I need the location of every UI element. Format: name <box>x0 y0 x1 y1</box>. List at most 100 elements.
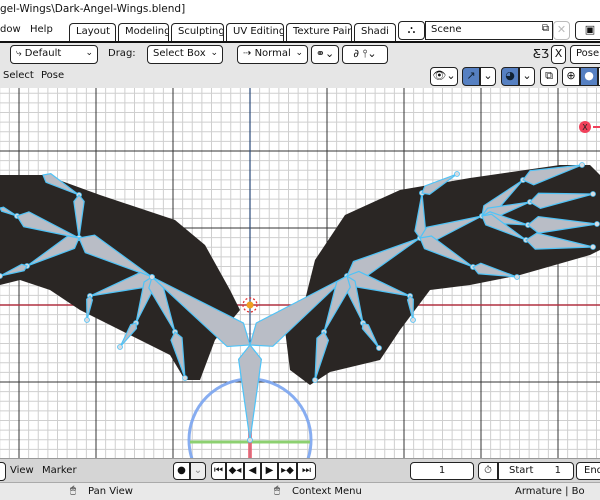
bone-joint <box>514 274 520 280</box>
orientation-icon: ⤷ <box>16 48 25 59</box>
view-layer-button[interactable]: ▣ <box>575 21 600 40</box>
bone-joint <box>590 244 596 250</box>
bone-joint <box>247 437 253 443</box>
keying-dropdown[interactable]: ⌄ <box>190 462 206 480</box>
tool-header: ⤷ Default ⌄ Drag: Select Box ⌄ ⇢ Normal ⌄ ⚭… <box>0 41 600 66</box>
play-reverse-button[interactable]: ◀ <box>244 462 261 480</box>
play-icon: ▶ <box>265 465 274 476</box>
bone-joint <box>454 171 460 177</box>
nav-gizmo-x-label: X <box>582 123 588 132</box>
copy-scene-icon[interactable]: ⧉ <box>542 23 549 34</box>
play-button[interactable]: ▶ <box>261 462 278 480</box>
record-button[interactable]: ● <box>173 462 190 480</box>
drag-dropdown[interactable]: Select Box ⌄ <box>147 45 223 64</box>
context-menu-hint: Context Menu <box>292 486 362 497</box>
menu-marker[interactable]: Marker <box>42 465 77 476</box>
transform-orientation-dropdown[interactable]: ⇢ Normal ⌄ <box>237 45 308 64</box>
bone-joint <box>182 375 188 381</box>
current-frame-field[interactable]: 1 <box>410 462 474 480</box>
viewport-canvas[interactable]: X <box>0 88 600 458</box>
gizmo-toggle[interactable]: ↗ <box>462 67 480 86</box>
overlay-toggle[interactable]: ◕ <box>501 67 519 86</box>
delete-scene-button[interactable]: ✕ <box>553 21 570 40</box>
eye-icon: 👁⌄ <box>432 69 456 82</box>
status-bar: 🖱 Pan View 🖱 Context Menu Armature | Bo <box>0 482 600 500</box>
menu-help[interactable]: Help <box>30 24 53 35</box>
snap-icon: ∂ ⫯⌄ <box>353 47 377 60</box>
menu-pose[interactable]: Pose <box>41 70 64 81</box>
next-keyframe-button[interactable]: ▸◆ <box>278 462 297 480</box>
image-icon: ▣ <box>584 23 596 36</box>
mouse-middle-icon: 🖱 <box>70 485 76 496</box>
menu-select[interactable]: Select <box>3 70 34 81</box>
tab-sculpting[interactable]: Sculpting <box>171 23 224 41</box>
editor-type-button[interactable] <box>0 462 6 481</box>
bone-joint <box>579 162 585 168</box>
bone-joint <box>410 317 416 323</box>
bone-joint <box>594 221 600 227</box>
jump-end-button[interactable]: ⏭ <box>297 462 316 480</box>
record-icon: ● <box>177 465 186 476</box>
viewport-header: Select Pose 👁⌄ ↗ ⌄ ◕ ⌄ ⧉ ⊕ ● <box>0 66 600 88</box>
bone-joint <box>0 273 3 279</box>
start-frame-field[interactable]: Start 1 <box>498 462 574 480</box>
link-icon: ⚭⌄ <box>315 47 335 60</box>
drag-label: Drag: <box>108 48 136 59</box>
3d-cursor-center <box>246 301 254 309</box>
jump-start-button[interactable]: ⏮ <box>211 462 226 480</box>
orientation-dropdown[interactable]: ⤷ Default ⌄ <box>10 45 98 64</box>
pose-options-dropdown[interactable]: Pose <box>570 45 600 64</box>
prev-keyframe-icon: ◆◂ <box>228 465 242 476</box>
solid-sphere-icon: ● <box>584 69 594 82</box>
jump-start-icon: ⏮ <box>214 465 223 476</box>
end-frame-field[interactable]: End <box>576 462 600 480</box>
tab-uv-editing[interactable]: UV Editing <box>226 23 284 41</box>
wireframe-icon: ⊕ <box>566 69 576 82</box>
chevron-down-icon: ⌄ <box>85 48 93 58</box>
gizmo-dropdown[interactable]: ⌄ <box>480 67 496 86</box>
xray-icon: ⧉ <box>545 69 553 82</box>
preview-range-toggle[interactable]: ⏱ <box>478 462 498 480</box>
bone-joint <box>84 317 90 323</box>
tab-modeling[interactable]: Modeling <box>118 23 169 41</box>
menu-window[interactable]: dow <box>0 24 21 35</box>
scene-icon: ⛬ <box>407 23 416 36</box>
bone-joint <box>376 345 382 351</box>
tab-layout[interactable]: Layout <box>69 23 116 41</box>
visibility-dropdown[interactable]: 👁⌄ <box>430 67 458 86</box>
bone-joint <box>117 344 123 350</box>
3d-viewport[interactable]: X <box>0 88 600 458</box>
tab-texture-paint[interactable]: Texture Paint <box>286 23 352 41</box>
prev-keyframe-button[interactable]: ◆◂ <box>226 462 244 480</box>
top-bar: dow Help Layout Modeling Sculpting UV Ed… <box>0 20 600 41</box>
mouse-right-icon: 🖱 <box>274 485 280 496</box>
jump-end-icon: ⏭ <box>302 465 311 476</box>
snap-dropdown[interactable]: ∂ ⫯⌄ <box>342 45 388 64</box>
bone-joint <box>590 191 596 197</box>
shading-wireframe[interactable]: ⊕ <box>562 67 580 86</box>
overlay-icon: ◕ <box>505 69 515 82</box>
axes-icon: ⇢ <box>243 48 255 59</box>
x-mirror-button[interactable]: X <box>551 45 566 64</box>
timeline-header: View Marker ● ⌄ ⏮ ◆◂ ◀ ▶ ▸◆ ⏭ 1 ⏱ Start 1… <box>0 458 600 482</box>
pivot-dropdown[interactable]: ⚭⌄ <box>311 45 339 64</box>
play-reverse-icon: ◀ <box>248 465 257 476</box>
xray-toggle[interactable]: ⧉ <box>540 67 558 86</box>
pan-view-hint: Pan View <box>88 486 133 497</box>
chevron-down-icon: ⌄ <box>210 48 218 58</box>
scene-stats: Armature | Bo <box>515 486 585 497</box>
bone-joint <box>149 274 155 280</box>
shading-solid[interactable]: ● <box>580 67 598 86</box>
overlay-dropdown[interactable]: ⌄ <box>519 67 535 86</box>
tab-shading[interactable]: Shadi <box>354 23 396 41</box>
bone-joint <box>312 377 318 383</box>
chevron-down-icon: ⌄ <box>295 48 303 58</box>
scene-name-field[interactable]: Scene ⧉ <box>425 21 553 40</box>
scene-type-button[interactable]: ⛬ <box>398 21 425 40</box>
menu-view[interactable]: View <box>10 465 34 476</box>
next-keyframe-icon: ▸◆ <box>281 465 294 476</box>
bone <box>237 344 263 441</box>
butterfly-icon[interactable]: Ƹ̵Ʒ <box>533 47 549 61</box>
stopwatch-icon: ⏱ <box>484 465 492 476</box>
window-title: gel-Wings\Dark-Angel-Wings.blend] <box>0 0 600 20</box>
